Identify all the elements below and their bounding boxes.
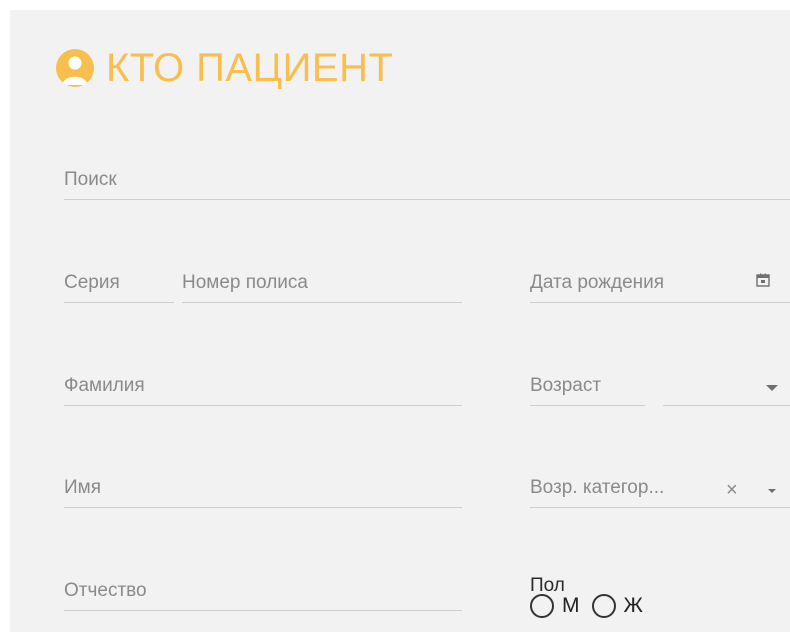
last-name-label: Фамилия [64, 375, 145, 396]
gender-radio-group: М Ж [530, 594, 655, 618]
policy-number-input[interactable]: Номер полиса [182, 270, 462, 303]
gender-radio-male[interactable]: М [530, 594, 580, 618]
person-avatar-icon [56, 49, 94, 87]
age-unit-select[interactable] [663, 373, 790, 406]
age-category-select[interactable]: Возр. категор... × [530, 475, 790, 508]
birth-date-input[interactable]: Дата рождения [530, 270, 790, 303]
series-input[interactable]: Серия [64, 270, 174, 303]
search-label: Поиск [64, 169, 117, 190]
age-input[interactable]: Возраст [530, 373, 645, 406]
age-label: Возраст [530, 375, 602, 396]
dropdown-caret-icon[interactable] [766, 385, 778, 391]
age-category-label: Возр. категор... [530, 477, 665, 498]
radio-circle-icon[interactable] [530, 594, 554, 618]
policy-number-label: Номер полиса [182, 272, 308, 293]
patronymic-label: Отчество [64, 580, 147, 601]
patient-panel [10, 10, 790, 632]
search-input[interactable]: Поиск [64, 167, 790, 200]
first-name-label: Имя [64, 477, 102, 498]
first-name-input[interactable]: Имя [64, 475, 462, 508]
patronymic-input[interactable]: Отчество [64, 578, 462, 611]
radio-circle-icon[interactable] [591, 594, 616, 618]
dropdown-caret-icon[interactable] [768, 489, 776, 493]
calendar-icon[interactable] [756, 273, 770, 292]
close-icon[interactable]: × [726, 480, 738, 500]
last-name-input[interactable]: Фамилия [64, 373, 462, 406]
gender-radio-female[interactable]: Ж [591, 594, 643, 618]
gender-male-label: М [562, 594, 580, 617]
birth-date-label: Дата рождения [530, 272, 665, 293]
gender-female-label: Ж [623, 594, 643, 617]
page-title: КТО ПАЦИЕНТ [106, 46, 394, 90]
series-label: Серия [64, 272, 120, 293]
patient-header: КТО ПАЦИЕНТ [56, 48, 393, 88]
